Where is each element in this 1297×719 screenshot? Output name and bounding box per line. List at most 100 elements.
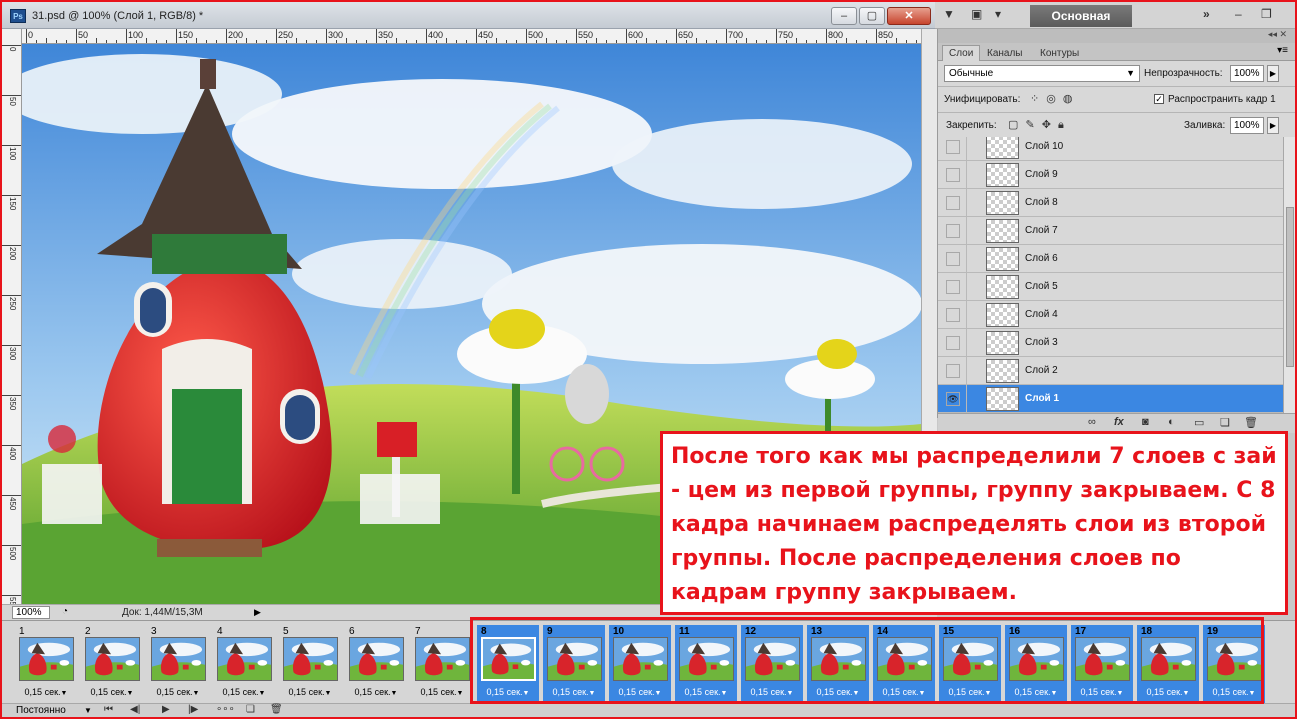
delete-layer-icon[interactable]: 🗑︎ [1244, 416, 1258, 429]
opacity-slider-arrow-icon[interactable]: ▶ [1267, 65, 1279, 82]
panel-menu-icon[interactable]: ▾≡ [1277, 45, 1288, 56]
frame-delay[interactable]: 0,15 сек.▼ [477, 687, 539, 697]
animation-frame[interactable]: 3 0,15 сек.▼ [147, 625, 209, 703]
app-minimize-button[interactable]: – [1235, 7, 1242, 21]
play-icon[interactable]: ▶ [162, 704, 170, 715]
minimize-button[interactable]: – [831, 7, 857, 25]
opacity-field[interactable]: 100% [1230, 65, 1264, 82]
layer-style-icon[interactable]: fx [1114, 416, 1124, 428]
maximize-button[interactable]: ▢ [859, 7, 885, 25]
frame-delay[interactable]: 0,15 сек.▼ [213, 687, 275, 697]
new-group-icon[interactable]: ▭ [1194, 416, 1204, 429]
frame-delay[interactable]: 0,15 сек.▼ [675, 687, 737, 697]
frame-delay[interactable]: 0,15 сек.▼ [1071, 687, 1133, 697]
ruler-vertical[interactable]: 0 50 100 150 200 250 300 350 400 450 500 550 [2, 29, 22, 604]
animation-frame[interactable]: 12 0,15 сек.▼ [741, 625, 803, 703]
frame-delay[interactable]: 0,15 сек.▼ [741, 687, 803, 697]
visibility-eye-icon[interactable] [946, 336, 960, 350]
animation-frame[interactable]: 4 0,15 сек.▼ [213, 625, 275, 703]
more-workspaces-icon[interactable]: » [1203, 7, 1210, 21]
animation-frame[interactable]: 14 0,15 сек.▼ [873, 625, 935, 703]
layer-row[interactable]: Слой 9 [938, 161, 1283, 189]
frame-delay[interactable]: 0,15 сек.▼ [1137, 687, 1199, 697]
frame-delay[interactable]: 0,15 сек.▼ [609, 687, 671, 697]
status-menu-arrow-icon[interactable]: ▶ [254, 607, 261, 618]
frame-delay[interactable]: 0,15 сек.▼ [81, 687, 143, 697]
delete-frame-icon[interactable]: 🗑︎ [270, 704, 283, 715]
scrollbar-thumb[interactable] [1286, 207, 1294, 367]
layer-list-scrollbar[interactable] [1283, 137, 1296, 413]
animation-frame[interactable]: 10 0,15 сек.▼ [609, 625, 671, 703]
blend-mode-select[interactable]: Обычные ▼ [944, 65, 1140, 82]
frame-delay[interactable]: 0,15 сек.▼ [147, 687, 209, 697]
fill-slider-arrow-icon[interactable]: ▶ [1267, 117, 1279, 134]
visibility-eye-icon[interactable] [946, 308, 960, 322]
ruler-horizontal[interactable]: 0 50 100 150 200 250 300 350 400 450 500 550 600 650 7… [22, 29, 921, 44]
screen-mode-icon[interactable]: ▣ [971, 7, 982, 21]
new-layer-icon[interactable]: ❏ [1220, 416, 1230, 429]
lock-icons[interactable]: ▢ ✎ ✥ 🔒︎ [1008, 118, 1066, 132]
visibility-eye-icon[interactable] [946, 168, 960, 182]
visibility-eye-icon[interactable] [946, 364, 960, 378]
layer-row[interactable]: 👁︎ Слой 1 [938, 385, 1283, 413]
animation-frame[interactable]: 7 0,15 сек.▼ [411, 625, 473, 703]
visibility-eye-icon[interactable] [946, 280, 960, 294]
visibility-eye-icon[interactable] [946, 224, 960, 238]
visibility-eye-icon[interactable] [946, 140, 960, 154]
zoom-field[interactable]: 100% [12, 606, 50, 619]
tab-layers[interactable]: Слои [942, 45, 981, 61]
animation-frame[interactable]: 13 0,15 сек.▼ [807, 625, 869, 703]
animation-frame[interactable]: 11 0,15 сек.▼ [675, 625, 737, 703]
layer-row[interactable]: Слой 7 [938, 217, 1283, 245]
tween-icon[interactable]: ∘∘∘ [216, 704, 235, 715]
frame-delay[interactable]: 0,15 сек.▼ [15, 687, 77, 697]
prev-frame-icon[interactable]: ◀| [130, 704, 140, 715]
adjustment-layer-icon[interactable]: ◐ [1168, 416, 1175, 428]
frame-delay[interactable]: 0,15 сек.▼ [345, 687, 407, 697]
frame-delay[interactable]: 0,15 сек.▼ [543, 687, 605, 697]
frame-delay[interactable]: 0,15 сек.▼ [1005, 687, 1067, 697]
tab-paths[interactable]: Контуры [1033, 45, 1086, 61]
next-frame-icon[interactable]: |▶ [188, 704, 198, 715]
duplicate-frame-icon[interactable]: ❏ [246, 704, 255, 715]
animation-frame[interactable]: 5 0,15 сек.▼ [279, 625, 341, 703]
animation-frame[interactable]: 18 0,15 сек.▼ [1137, 625, 1199, 703]
dropdown-arrow-icon[interactable]: ▼ [943, 7, 955, 21]
visibility-eye-icon[interactable] [946, 196, 960, 210]
animation-frame[interactable]: 17 0,15 сек.▼ [1071, 625, 1133, 703]
frame-delay[interactable]: 0,15 сек.▼ [939, 687, 1001, 697]
zoom-icon[interactable]: ◔ [62, 606, 68, 617]
visibility-eye-icon[interactable] [946, 252, 960, 266]
animation-frame[interactable]: 6 0,15 сек.▼ [345, 625, 407, 703]
fill-field[interactable]: 100% [1230, 117, 1264, 134]
propagate-checkbox[interactable]: ✓ [1154, 94, 1164, 104]
frame-delay[interactable]: 0,15 сек.▼ [411, 687, 473, 697]
frame-delay[interactable]: 0,15 сек.▼ [279, 687, 341, 697]
frame-delay[interactable]: 0,15 сек.▼ [1203, 687, 1265, 697]
animation-frame[interactable]: 16 0,15 сек.▼ [1005, 625, 1067, 703]
unify-icons[interactable]: ⁘ ◎ ◍ [1030, 92, 1075, 105]
workspace-button[interactable]: Основная рабочая среда [1030, 5, 1132, 45]
first-frame-icon[interactable]: ⏮ [104, 704, 113, 715]
frame-delay[interactable]: 0,15 сек.▼ [807, 687, 869, 697]
app-restore-button[interactable]: ❐ [1261, 7, 1272, 21]
layer-mask-icon[interactable]: ◙ [1142, 416, 1149, 428]
visibility-eye-icon[interactable]: 👁︎ [946, 392, 960, 406]
frame-delay[interactable]: 0,15 сек.▼ [873, 687, 935, 697]
collapse-icon[interactable]: ◂◂ ✕ [1268, 29, 1287, 40]
loop-select[interactable]: Постоянно ▼ [16, 704, 94, 717]
layer-row[interactable]: Слой 4 [938, 301, 1283, 329]
animation-frame[interactable]: 2 0,15 сек.▼ [81, 625, 143, 703]
animation-frame[interactable]: 15 0,15 сек.▼ [939, 625, 1001, 703]
screen-mode-arrow-icon[interactable]: ▾ [995, 7, 1001, 21]
tab-channels[interactable]: Каналы [980, 45, 1030, 61]
animation-frame[interactable]: 19 0,15 сек.▼ [1203, 625, 1265, 703]
layer-row[interactable]: Слой 10 [938, 137, 1283, 161]
close-button[interactable]: ✕ [887, 7, 931, 25]
animation-frame[interactable]: 8 0,15 сек.▼ [477, 625, 539, 703]
layer-row[interactable]: Слой 6 [938, 245, 1283, 273]
layer-row[interactable]: Слой 5 [938, 273, 1283, 301]
link-layers-icon[interactable]: ∞ [1088, 416, 1096, 428]
layer-row[interactable]: Слой 2 [938, 357, 1283, 385]
layer-row[interactable]: Слой 3 [938, 329, 1283, 357]
